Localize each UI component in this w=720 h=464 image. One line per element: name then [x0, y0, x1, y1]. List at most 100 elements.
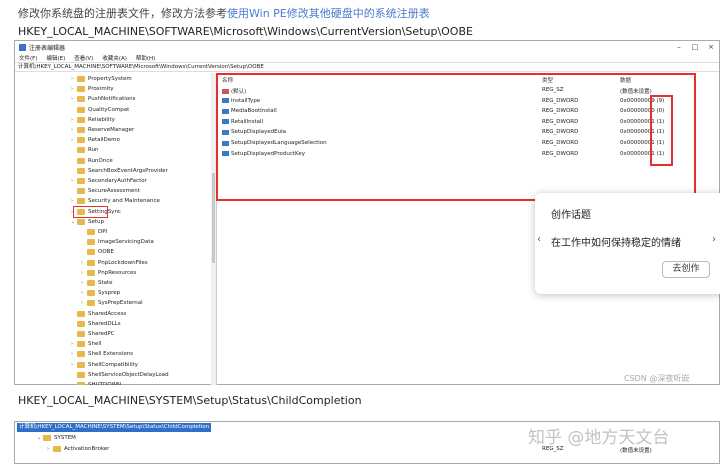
tree-item[interactable]: › RetailDemo [71, 135, 120, 145]
tree-item-label: State [98, 280, 113, 286]
tree-item[interactable]: › Reliability [71, 115, 115, 125]
tree-item-label: PnpLockdownFiles [98, 259, 148, 266]
key-tree: › PropertySystem › Proximity › PushNotificati… [15, 73, 217, 385]
tree-item[interactable]: SHUTDOWN [71, 380, 121, 385]
tree-item-label: PropertySystem [88, 76, 132, 82]
folder-icon [77, 188, 85, 195]
folder-icon [77, 351, 85, 358]
folder-icon [77, 137, 85, 144]
folder-icon [77, 331, 85, 337]
tree-item[interactable]: › ReserveManager [71, 125, 134, 135]
tree-item[interactable]: SharedPC [71, 329, 115, 339]
folder-icon [77, 147, 85, 154]
folder-icon [87, 269, 95, 276]
folder-icon [87, 290, 95, 297]
oobe-highlight-box [73, 206, 108, 218]
tree-item[interactable]: › SysPrepExternal [81, 298, 143, 308]
key-path-oobe: HKEY_LOCAL_MACHINE\SOFTWARE\Microsoft\Wi… [18, 25, 473, 38]
tree-item-label: RunOnce [88, 157, 113, 164]
intro-text: 修改你系统盘的注册表文件，修改方法参考使用Win PE修改其他硬盘中的系统注册表 [18, 7, 430, 20]
maximize-button[interactable]: □ [687, 43, 703, 51]
tree-item[interactable]: › Proximity [71, 84, 114, 94]
popup-next-icon[interactable]: › [712, 234, 716, 245]
tree-item[interactable]: RunOnce [71, 156, 113, 166]
tree-item-label: OOBE [98, 249, 114, 256]
tree-item-label: ShellServiceObjectDelayLoad [88, 371, 169, 378]
tree-item[interactable]: › Sysprep [81, 288, 120, 298]
tree-item[interactable]: › PropertySystem [71, 74, 132, 84]
address-bar[interactable]: 计算机\HKEY_LOCAL_MACHINE\SOFTWARE\Microsof… [15, 62, 719, 72]
regedit-title: 注册表编辑器 [29, 44, 66, 52]
tree-item-label: SYSTEM [54, 435, 76, 441]
tree-item-label: Shell [88, 341, 102, 348]
tree-item-label: SysPrepExternal [98, 300, 143, 307]
popup-topic[interactable]: 在工作中如何保持稳定的情绪 [551, 234, 681, 249]
data-highlight-box [650, 95, 673, 166]
go-create-button[interactable]: 去创作 [662, 261, 710, 278]
folder-icon [77, 178, 85, 184]
tree-item-label: SecondaryAuthFactor [88, 178, 147, 184]
folder-icon [77, 310, 85, 317]
folder-icon [87, 280, 95, 286]
tree-item-label: SearchBoxEventArgsProvider [88, 167, 168, 174]
tree-item[interactable]: › PushNotifications [71, 94, 135, 104]
folder-icon [77, 371, 85, 378]
pe-guide-link[interactable]: 使用Win PE修改其他硬盘中的系统注册表 [227, 7, 430, 20]
tree-item-label: RetailDemo [88, 137, 120, 144]
folder-icon [87, 259, 95, 266]
folder-icon [77, 96, 85, 103]
menu-file[interactable]: 文件(F) [19, 54, 37, 62]
folder-icon [77, 382, 85, 385]
tree-item[interactable]: › PnpResources [81, 268, 136, 278]
tree-item[interactable]: › ShellCompatibility [71, 360, 138, 370]
tree-item-label: PushNotifications [88, 96, 136, 103]
popup-prev-icon[interactable]: ‹ [537, 234, 541, 245]
folder-icon [77, 116, 85, 123]
folder-icon [87, 239, 95, 246]
folder-icon [87, 229, 95, 235]
minimize-button[interactable]: – [671, 43, 687, 51]
tree-item-activationbroker[interactable]: › ActivationBroker [47, 446, 109, 452]
menu-help[interactable]: 帮助(H) [136, 54, 155, 62]
folder-icon [77, 157, 85, 164]
tree-item[interactable]: › Security and Maintenance [71, 196, 160, 206]
folder-icon [77, 167, 85, 174]
values-highlight-box [216, 73, 696, 201]
tree-item-label: DPI [98, 229, 108, 235]
tree-scroll-thumb[interactable] [212, 173, 215, 263]
folder-icon [77, 218, 85, 225]
folder-icon [77, 341, 85, 348]
tree-item[interactable]: OOBE [81, 247, 114, 257]
tree-item[interactable]: DPI [81, 227, 107, 237]
regedit-titlebar: 注册表编辑器 – □ × [15, 41, 719, 53]
tree-item-label: SharedPC [88, 331, 115, 337]
tree-item[interactable]: ImageServicingData [81, 237, 154, 247]
tree-item[interactable]: SearchBoxEventArgsProvider [71, 166, 168, 176]
menu-edit[interactable]: 编辑(E) [46, 54, 65, 62]
tree-item-label: SharedDLLs [88, 320, 121, 327]
folder-icon [77, 86, 85, 93]
close-button[interactable]: × [703, 43, 719, 51]
address-bar-2[interactable]: 计算机\HKEY_LOCAL_MACHINE\SYSTEM\Setup\Stat… [17, 423, 212, 432]
tree-item[interactable]: Run [71, 145, 99, 155]
tree-item[interactable]: SecureAssessment [71, 186, 140, 196]
menu-bar: 文件(F) 编辑(E) 查看(V) 收藏夹(A) 帮助(H) [15, 53, 719, 62]
tree-item-system[interactable]: ⌄ SYSTEM [37, 435, 76, 441]
tree-item-label: SecureAssessment [88, 188, 140, 195]
tree-item[interactable]: › State [81, 278, 113, 288]
tree-item[interactable]: › PnpLockdownFiles [81, 258, 148, 268]
tree-item[interactable]: › Shell [71, 339, 101, 349]
tree-item-label: SHUTDOWN [88, 382, 122, 385]
tree-item[interactable]: SharedDLLs [71, 319, 121, 329]
tree-item[interactable]: QualityCompat [71, 105, 129, 115]
csdn-watermark: CSDN @深夜听嵌 [624, 374, 690, 383]
folder-icon [77, 106, 85, 113]
tree-item[interactable]: › SecondaryAuthFactor [71, 176, 147, 186]
menu-favorites[interactable]: 收藏夹(A) [102, 54, 127, 62]
tree-item-label: PnpResources [98, 269, 137, 276]
tree-item[interactable]: SharedAccess [71, 309, 126, 319]
menu-view[interactable]: 查看(V) [74, 54, 93, 62]
tree-item[interactable]: ⌄ Setup [71, 217, 104, 227]
tree-item[interactable]: › Shell Extensions [71, 349, 133, 359]
tree-item[interactable]: ShellServiceObjectDelayLoad [71, 370, 169, 380]
